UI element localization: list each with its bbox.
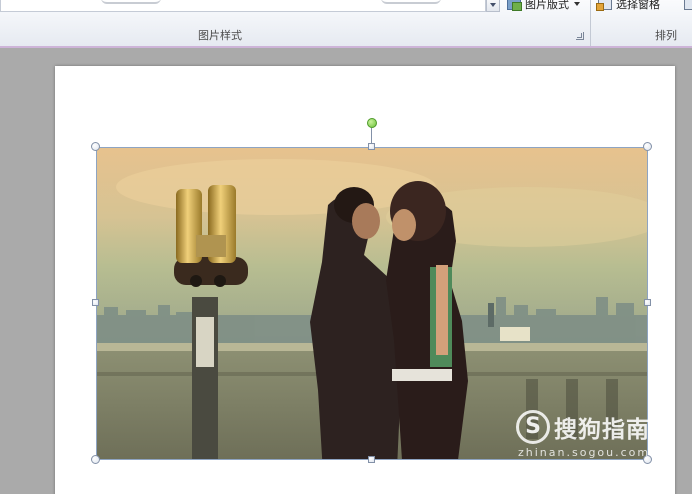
selection-pane-button[interactable]: 选择窗格	[596, 0, 660, 11]
resize-handle-bottom-left[interactable]	[91, 455, 100, 464]
align-icon	[684, 0, 692, 10]
selection-pane-icon	[596, 0, 612, 11]
resize-handle-right[interactable]	[644, 299, 651, 306]
picture-style-sample[interactable]	[101, 0, 161, 4]
picture-layout-label: 图片版式	[525, 0, 569, 11]
dialog-launcher-icon[interactable]	[576, 32, 584, 40]
gallery-more-button[interactable]	[486, 0, 500, 12]
picture-layout-button[interactable]: 图片版式	[507, 0, 580, 11]
resize-handle-top-right[interactable]	[643, 142, 652, 151]
resize-handle-left[interactable]	[92, 299, 99, 306]
resize-handle-top-left[interactable]	[91, 142, 100, 151]
resize-handle-top[interactable]	[368, 143, 375, 150]
group-divider	[590, 0, 591, 46]
picture-content	[96, 147, 648, 460]
dropdown-arrow-icon	[490, 3, 496, 7]
picture-styles-group-label: 图片样式	[198, 29, 242, 42]
rotate-handle-icon[interactable]	[367, 118, 377, 128]
chevron-down-icon	[574, 2, 580, 6]
arrange-group-label: 排列	[655, 29, 677, 42]
resize-handle-bottom[interactable]	[368, 456, 375, 463]
picture-style-sample[interactable]	[381, 0, 441, 4]
slide-picture[interactable]	[96, 147, 648, 460]
resize-handle-bottom-right[interactable]	[643, 455, 652, 464]
selection-pane-label: 选择窗格	[616, 0, 660, 11]
picture-layout-icon	[507, 0, 522, 11]
align-button[interactable]	[684, 0, 692, 11]
picture-styles-gallery[interactable]	[0, 0, 486, 12]
ribbon: 图片版式 选择窗格 图片样式 排列	[0, 0, 692, 48]
